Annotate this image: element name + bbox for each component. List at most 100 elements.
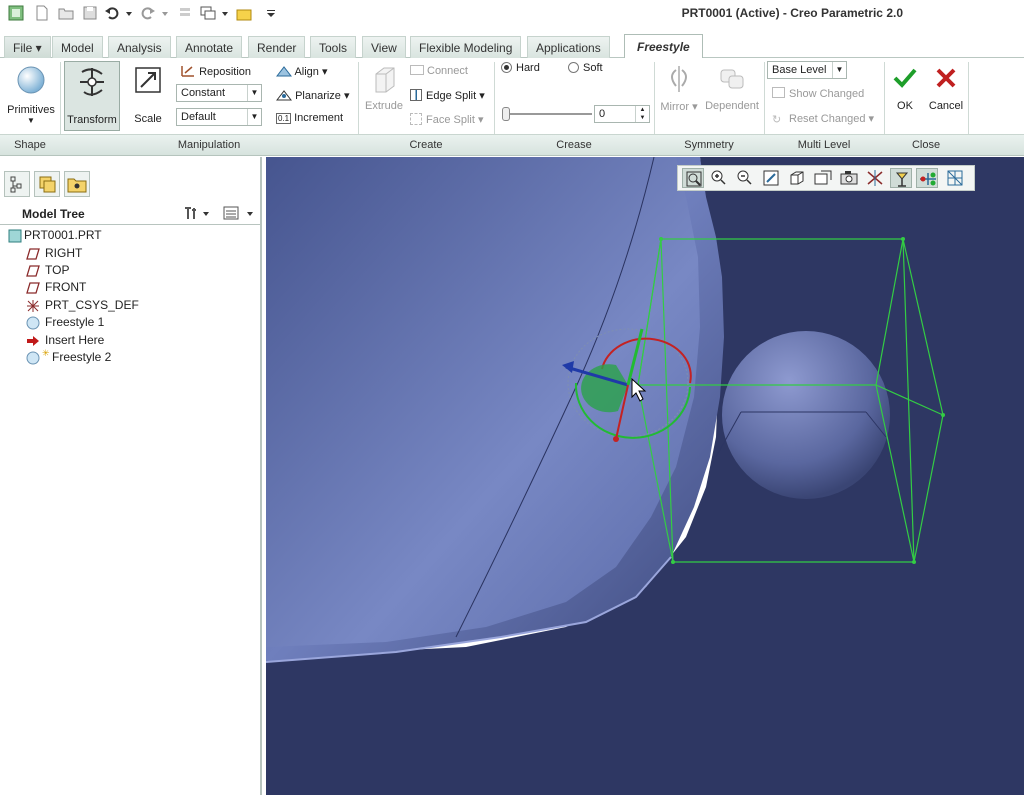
face-split-button[interactable]: Face Split ▾ — [410, 113, 484, 126]
edge-split-icon — [410, 89, 422, 101]
group-create-label: Create — [409, 139, 443, 151]
soft-label: Soft — [583, 62, 603, 74]
ok-label: OK — [897, 100, 913, 112]
saved-views-icon — [814, 170, 832, 185]
tab-applications[interactable]: Applications — [527, 36, 610, 58]
csys-icon — [27, 300, 39, 312]
dependent-icon — [720, 69, 744, 89]
zoom-out-button[interactable] — [734, 168, 756, 188]
zoom-in-icon — [711, 170, 726, 185]
reset-changed-button[interactable]: ↻ Reset Changed ▾ — [772, 112, 874, 126]
ok-button[interactable]: OK — [888, 66, 922, 118]
soft-radio[interactable]: Soft — [568, 62, 603, 74]
crease-slider[interactable] — [502, 107, 592, 121]
mesh-display-button[interactable] — [944, 168, 966, 188]
graphics-toolbar — [677, 165, 975, 191]
cage-vertex[interactable] — [671, 560, 675, 564]
transform-icon — [80, 68, 104, 96]
primitives-label: Primitives — [7, 104, 55, 116]
constant-value: Constant — [181, 87, 226, 99]
connect-icon — [410, 65, 424, 75]
base-level-dropdown[interactable]: Base Level ▼ — [767, 61, 847, 79]
tab-flexible-modeling[interactable]: Flexible Modeling — [410, 36, 522, 58]
connect-label: Connect — [427, 65, 468, 77]
datum-display-filter-button[interactable] — [864, 168, 886, 188]
face-split-label: Face Split — [426, 114, 475, 126]
cage-vertex[interactable] — [941, 413, 945, 417]
freestyle-sphere[interactable] — [722, 331, 890, 499]
planarize-button[interactable]: Planarize ▾ — [275, 88, 350, 102]
scale-button[interactable]: Scale — [126, 61, 170, 131]
tab-render[interactable]: Render — [248, 36, 306, 58]
tab-tools[interactable]: Tools — [310, 36, 357, 58]
spin-center-button[interactable] — [890, 168, 912, 188]
model-canvas[interactable] — [266, 157, 1024, 795]
view-manager-button[interactable] — [838, 168, 860, 188]
favorites-tab[interactable] — [64, 171, 90, 197]
repaint-icon — [763, 170, 779, 186]
repaint-button[interactable] — [760, 168, 782, 188]
tree-settings-button[interactable] — [182, 205, 212, 221]
ribbon-group-bar: Shape Manipulation Create Crease Symmetr… — [0, 134, 1024, 156]
cage-vertex[interactable] — [659, 237, 663, 241]
reposition-button[interactable]: Reposition — [180, 64, 251, 78]
reset-changed-icon: ↻ — [772, 114, 782, 126]
show-cage-button[interactable] — [916, 168, 938, 188]
chevron-down-icon: ▼ — [247, 109, 261, 125]
zoom-in-button[interactable] — [708, 168, 730, 188]
graphics-window[interactable] — [266, 157, 1024, 795]
default-dropdown[interactable]: Default ▼ — [176, 108, 262, 126]
tab-analysis[interactable]: Analysis — [108, 36, 171, 58]
model-tree-header: Model Tree — [0, 201, 260, 225]
tab-view[interactable]: View — [362, 36, 406, 58]
part-icon — [8, 229, 22, 243]
planarize-icon — [275, 90, 293, 101]
hard-radio[interactable]: Hard — [501, 62, 540, 74]
cage-vertex[interactable] — [912, 560, 916, 564]
cage-vertex[interactable] — [901, 237, 905, 241]
dependent-button[interactable]: Dependent — [704, 64, 760, 124]
spinner-icon[interactable]: ▲ ▼ — [635, 106, 649, 122]
tab-freestyle[interactable]: Freestyle — [624, 34, 703, 59]
mesh-icon — [947, 170, 963, 186]
tree-item-label: PRT_CSYS_DEF — [45, 298, 139, 312]
ribbon: Primitives ▼ Transform Scale Reposition … — [0, 58, 1024, 134]
slider-thumb[interactable] — [502, 107, 510, 121]
camera-icon — [840, 171, 858, 185]
tab-model[interactable]: Model — [52, 36, 103, 58]
extrude-label: Extrude — [365, 100, 403, 112]
display-style-button[interactable] — [786, 168, 808, 188]
cancel-button[interactable]: Cancel — [926, 66, 966, 118]
tab-file[interactable]: File ▾ — [4, 36, 51, 58]
crease-value-field[interactable]: 0 ▲ ▼ — [594, 105, 650, 123]
insert-arrow-icon — [27, 336, 39, 346]
primitives-button[interactable]: Primitives ▼ — [6, 62, 56, 132]
layer-tree-tab[interactable] — [34, 171, 60, 197]
extrude-button[interactable]: Extrude — [364, 62, 404, 122]
datum-plane-icon — [26, 282, 40, 294]
connect-button[interactable]: Connect — [410, 65, 468, 77]
align-button[interactable]: Align ▾ — [275, 64, 328, 78]
cage-toggle-icon — [920, 172, 936, 186]
tools-icon — [185, 207, 209, 219]
tab-annotate[interactable]: Annotate — [176, 36, 243, 58]
increment-button[interactable]: 0.1 Increment — [276, 112, 343, 124]
title-bar: PRT0001 (Active) - Creo Parametric 2.0 — [0, 0, 1024, 28]
reposition-icon — [181, 66, 194, 77]
mirror-button[interactable]: Mirror ▾ — [658, 64, 700, 124]
show-filters-button[interactable] — [222, 205, 256, 221]
dependent-label: Dependent — [705, 100, 759, 112]
show-changed-button[interactable]: Show Changed — [772, 87, 864, 100]
group-crease-label: Crease — [556, 139, 592, 151]
constant-dropdown[interactable]: Constant ▼ — [176, 84, 262, 102]
refit-button[interactable] — [682, 168, 704, 188]
default-value: Default — [181, 111, 216, 123]
saved-orientations-button[interactable] — [812, 168, 834, 188]
refit-icon — [686, 171, 702, 187]
edge-split-button[interactable]: Edge Split ▾ — [410, 89, 485, 102]
transform-label: Transform — [67, 114, 117, 126]
model-tree-tab[interactable] — [4, 171, 30, 197]
extrude-icon — [375, 67, 395, 93]
transform-button[interactable]: Transform — [64, 61, 120, 131]
tree-item-label: TOP — [45, 263, 70, 277]
